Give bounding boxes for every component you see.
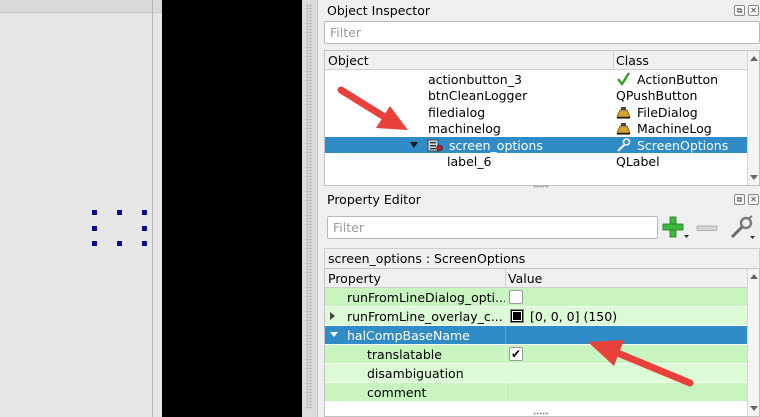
property-table-scrollbar[interactable]	[747, 269, 759, 416]
object-row[interactable]: machinelog MachineLog	[325, 120, 747, 137]
object-tree-header: Object Class	[325, 51, 759, 70]
right-dock-area: Object Inspector ⧉ ✕ Object Class action…	[318, 0, 760, 417]
selection-handle[interactable]	[92, 241, 97, 246]
close-dock-icon[interactable]: ✕	[748, 194, 759, 205]
object-name: label_6	[447, 154, 492, 169]
configure-wrench-icon[interactable]	[728, 215, 756, 241]
expand-arrow-icon[interactable]	[330, 312, 335, 320]
object-row[interactable]: filedialog FileDialog	[325, 104, 747, 121]
selection-handle[interactable]	[92, 210, 97, 215]
float-dock-icon[interactable]: ⧉	[734, 194, 745, 205]
property-filter-box[interactable]	[327, 216, 658, 239]
selection-handle[interactable]	[92, 226, 97, 231]
column-separator	[613, 51, 614, 70]
object-inspector-titlebar[interactable]: Object Inspector ⧉ ✕	[318, 0, 760, 22]
selection-handle[interactable]	[142, 226, 147, 231]
canvas-top-band	[0, 0, 162, 13]
value-checkbox-checked[interactable]: ✔	[509, 347, 523, 361]
property-filter-input[interactable]	[328, 217, 657, 238]
object-row-selected[interactable]: screen_options ScreenOptions	[325, 136, 747, 153]
selection-handle[interactable]	[142, 210, 147, 215]
canvas-divider	[152, 0, 153, 417]
selection-handle[interactable]	[142, 241, 147, 246]
property-editor-title: Property Editor	[327, 192, 421, 207]
object-class: QLabel	[616, 154, 660, 169]
property-name: runFromLineDialog_opti...	[347, 290, 507, 305]
wrench-icon	[617, 137, 631, 152]
current-object-text: screen_options : ScreenOptions	[328, 251, 526, 266]
property-name: disambiguation	[367, 366, 464, 381]
selection-handle[interactable]	[117, 210, 122, 215]
column-separator	[505, 307, 506, 325]
object-name: screen_options	[449, 137, 543, 153]
property-column-header[interactable]: Property	[328, 271, 381, 286]
splitter-grip	[306, 4, 312, 409]
column-separator	[505, 383, 506, 401]
property-row[interactable]: runFromLineDialog_opti...	[325, 288, 747, 307]
add-dynamic-property-icon[interactable]	[662, 216, 690, 240]
object-name: filedialog	[428, 104, 486, 120]
object-inspector-title: Object Inspector	[327, 3, 430, 18]
object-name: btnCleanLogger	[428, 88, 528, 103]
property-name: translatable	[367, 347, 442, 362]
close-dock-icon[interactable]: ✕	[748, 5, 759, 16]
form-canvas[interactable]	[0, 0, 162, 417]
property-table-header: Property Value	[325, 269, 759, 288]
tree-expand-arrow-icon[interactable]	[410, 141, 418, 148]
property-editor-titlebar[interactable]: Property Editor ⧉ ✕	[318, 189, 760, 211]
column-separator	[505, 288, 506, 306]
widget-settings-icon	[427, 139, 443, 151]
property-name: comment	[367, 385, 427, 400]
object-row[interactable]: actionbutton_3 ActionButton	[325, 71, 747, 88]
class-column-header[interactable]: Class	[616, 53, 649, 68]
object-name: machinelog	[428, 121, 501, 136]
property-row[interactable]: comment	[325, 383, 747, 402]
object-row[interactable]: btnCleanLogger QPushButton	[325, 87, 747, 104]
object-name: actionbutton_3	[428, 71, 522, 87]
object-column-header[interactable]: Object	[328, 53, 369, 68]
scroll-down-icon[interactable]	[750, 406, 758, 411]
cnc-machine-icon	[616, 123, 631, 135]
property-row[interactable]: translatable ✔	[325, 345, 747, 364]
column-separator	[505, 364, 506, 382]
object-class: MachineLog	[637, 121, 712, 136]
property-row[interactable]: disambiguation	[325, 364, 747, 383]
object-tree[interactable]: Object Class actionbutton_3 ActionButton…	[324, 50, 760, 186]
color-swatch[interactable]	[510, 309, 524, 323]
object-class: FileDialog	[637, 104, 698, 120]
object-filter-input[interactable]	[325, 22, 759, 43]
checkmark-icon	[617, 71, 631, 86]
cnc-machine-icon	[616, 106, 631, 119]
collapse-arrow-icon[interactable]	[330, 332, 338, 337]
current-object-label: screen_options : ScreenOptions	[324, 248, 760, 268]
value-column-header[interactable]: Value	[508, 271, 542, 286]
object-class: ActionButton	[637, 71, 719, 87]
property-value: [0, 0, 0] (150)	[530, 309, 618, 324]
column-separator	[505, 269, 506, 288]
property-row-selected[interactable]: halCompBaseName	[325, 326, 747, 345]
property-row[interactable]: runFromLine_overlay_c... [0, 0, 0] (150)	[325, 307, 747, 326]
dock-resize-grip[interactable]	[533, 412, 549, 415]
scroll-down-icon[interactable]	[750, 175, 758, 180]
float-dock-icon[interactable]: ⧉	[734, 5, 745, 16]
column-separator	[505, 345, 506, 363]
value-checkbox[interactable]	[509, 290, 523, 304]
property-name: runFromLine_overlay_c...	[347, 309, 503, 324]
black-preview-widget[interactable]	[162, 0, 302, 417]
dock-resize-grip[interactable]	[533, 185, 549, 188]
object-class: QPushButton	[616, 88, 698, 103]
selection-handle[interactable]	[117, 241, 122, 246]
scroll-up-icon[interactable]	[750, 274, 758, 279]
column-separator	[505, 326, 506, 344]
scroll-up-icon[interactable]	[750, 56, 758, 61]
property-table[interactable]: Property Value runFromLineDialog_opti...…	[324, 268, 760, 417]
object-tree-scrollbar[interactable]	[747, 51, 759, 185]
object-class: ScreenOptions	[637, 137, 729, 153]
remove-dynamic-property-icon[interactable]	[696, 222, 718, 234]
property-name: halCompBaseName	[347, 328, 470, 343]
object-filter-box[interactable]	[324, 21, 760, 44]
object-row[interactable]: label_6 QLabel	[325, 153, 747, 170]
